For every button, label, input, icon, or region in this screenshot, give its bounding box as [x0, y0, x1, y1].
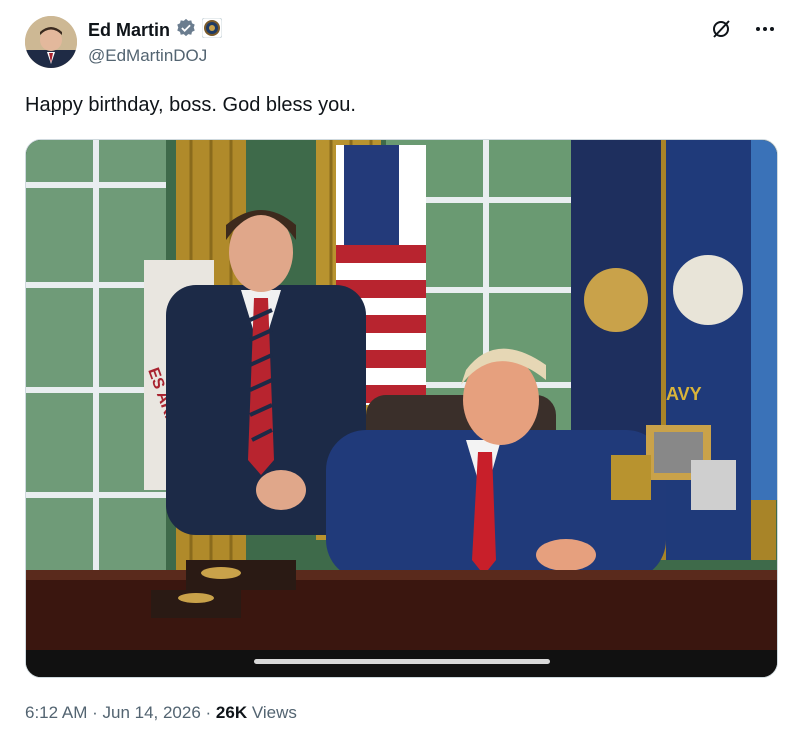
verified-badge-icon[interactable]	[176, 18, 196, 43]
navy-flag-text: AVY	[666, 384, 702, 404]
media-scrubber[interactable]	[254, 659, 550, 664]
author-name-row: Ed Martin	[88, 17, 223, 43]
tweet-time[interactable]: 6:12 AM	[25, 703, 87, 722]
more-options-icon[interactable]	[754, 18, 776, 45]
tweet-photo[interactable]: ES ARM AVY	[25, 139, 778, 678]
author-name[interactable]: Ed Martin	[88, 20, 170, 41]
tweet-text: Happy birthday, boss. God bless you.	[25, 94, 356, 116]
author-avatar[interactable]	[25, 16, 77, 68]
tweet-meta: 6:12 AM · Jun 14, 2026 · 26K Views	[25, 703, 297, 723]
meta-separator: ·	[200, 703, 216, 722]
tweet-date[interactable]: Jun 14, 2026	[102, 703, 200, 722]
tweet-actions	[710, 18, 776, 45]
doj-seal-icon[interactable]	[201, 17, 223, 43]
grok-icon[interactable]	[710, 18, 732, 45]
views-label: Views	[247, 703, 297, 722]
photo-scene: ES ARM AVY	[26, 140, 777, 677]
meta-separator: ·	[87, 703, 103, 722]
author-handle[interactable]: @EdMartinDOJ	[88, 46, 207, 66]
views-count[interactable]: 26K	[216, 703, 247, 722]
